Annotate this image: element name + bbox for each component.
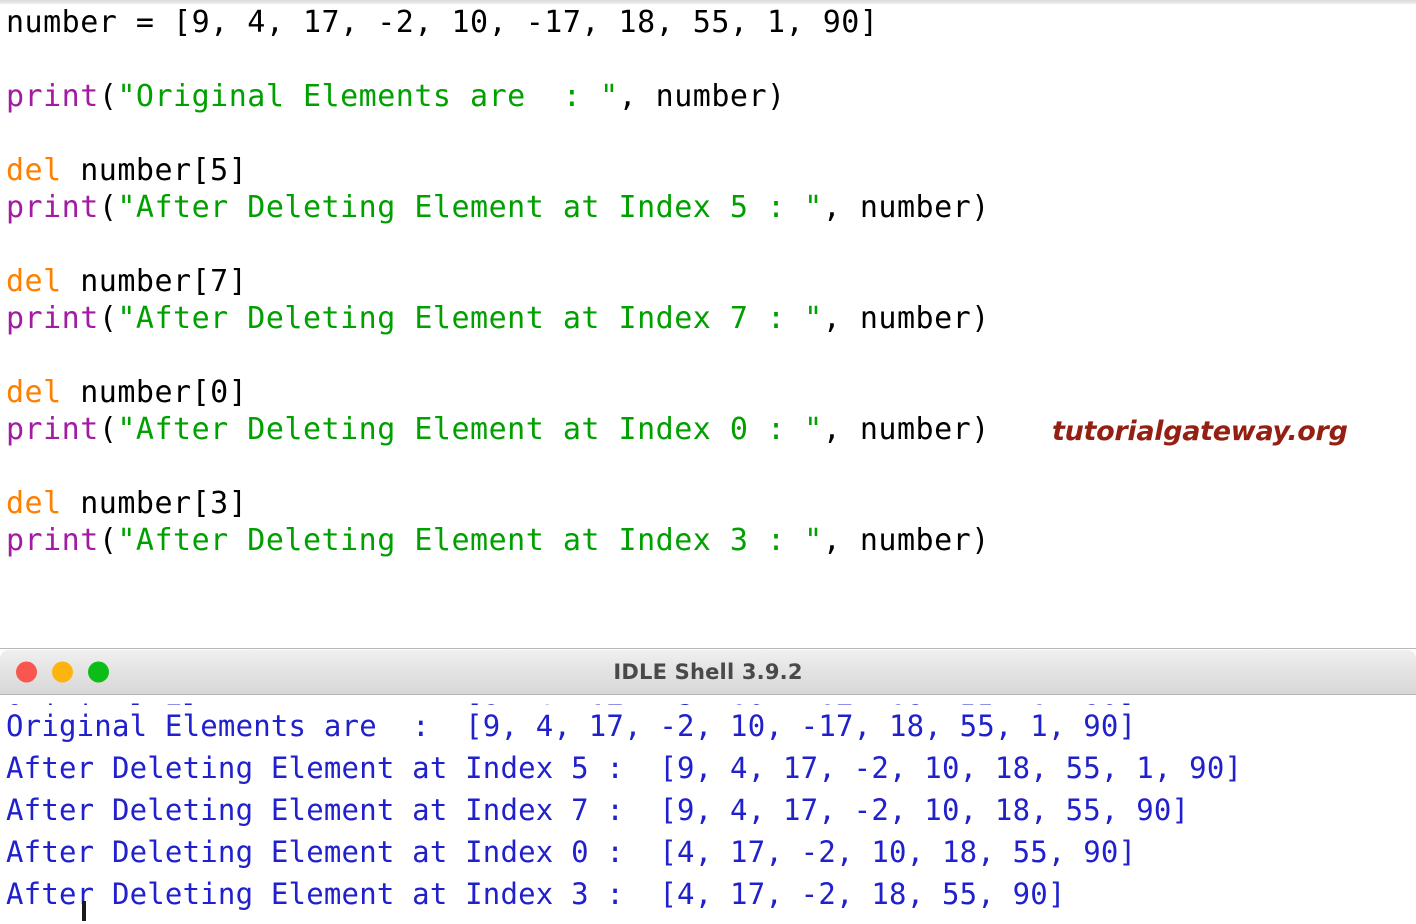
output-line-0: Original Elements are : [9, 4, 17, -2, 1… bbox=[6, 705, 1416, 747]
code-line-1[interactable] bbox=[6, 41, 1416, 78]
traffic-light-group bbox=[16, 662, 109, 683]
tutorialgateway-watermark: tutorialgateway.org bbox=[1052, 416, 1348, 447]
code-token-paren: ( bbox=[99, 79, 118, 114]
code-token-builtin: print bbox=[6, 190, 99, 225]
shell-output-area[interactable]: Original Elements are : [9, 4, 17, -2, 1… bbox=[0, 695, 1416, 924]
code-line-5[interactable]: print("After Deleting Element at Index 5… bbox=[6, 189, 1416, 226]
idle-shell-window[interactable]: IDLE Shell 3.9.2 Original Elements are :… bbox=[0, 648, 1416, 924]
code-token-plain: number[3] bbox=[62, 486, 248, 521]
code-token-keyword: del bbox=[6, 375, 62, 410]
code-token-string: "After Deleting Element at Index 0 : " bbox=[117, 412, 822, 447]
output-line-2: After Deleting Element at Index 7 : [9, … bbox=[6, 789, 1416, 831]
shell-window-title: IDLE Shell 3.9.2 bbox=[0, 660, 1416, 684]
code-line-3[interactable] bbox=[6, 115, 1416, 152]
maximize-button-icon[interactable] bbox=[88, 662, 109, 683]
clipped-previous-line: Original Elements are : [9, 4, 17, -2, 1… bbox=[6, 695, 1416, 705]
screenshot-root: number = [9, 4, 17, -2, 10, -17, 18, 55,… bbox=[0, 0, 1416, 924]
code-line-12[interactable] bbox=[6, 448, 1416, 485]
code-line-7[interactable]: del number[7] bbox=[6, 263, 1416, 300]
output-line-4: After Deleting Element at Index 3 : [4, … bbox=[6, 873, 1416, 915]
code-token-builtin: print bbox=[6, 79, 99, 114]
shell-output-lines: Original Elements are : [9, 4, 17, -2, 1… bbox=[6, 705, 1416, 915]
code-token-plain: , number) bbox=[823, 190, 990, 225]
code-line-0[interactable]: number = [9, 4, 17, -2, 10, -17, 18, 55,… bbox=[6, 4, 1416, 41]
text-cursor-caret bbox=[82, 901, 86, 921]
code-line-13[interactable]: del number[3] bbox=[6, 485, 1416, 522]
code-token-plain: , number) bbox=[823, 412, 990, 447]
code-listing[interactable]: number = [9, 4, 17, -2, 10, -17, 18, 55,… bbox=[6, 4, 1416, 559]
code-token-builtin: print bbox=[6, 412, 99, 447]
code-token-plain: number[0] bbox=[62, 375, 248, 410]
code-token-paren: ( bbox=[99, 301, 118, 336]
code-token-paren: ( bbox=[99, 190, 118, 225]
code-token-string: "After Deleting Element at Index 3 : " bbox=[117, 523, 822, 558]
code-line-6[interactable] bbox=[6, 226, 1416, 263]
code-token-keyword: del bbox=[6, 153, 62, 188]
code-line-2[interactable]: print("Original Elements are : ", number… bbox=[6, 78, 1416, 115]
minimize-button-icon[interactable] bbox=[52, 662, 73, 683]
code-token-paren: ( bbox=[99, 412, 118, 447]
code-token-keyword: del bbox=[6, 486, 62, 521]
code-token-plain: number[5] bbox=[62, 153, 248, 188]
code-token-builtin: print bbox=[6, 301, 99, 336]
code-token-plain: number[7] bbox=[62, 264, 248, 299]
code-line-14[interactable]: print("After Deleting Element at Index 3… bbox=[6, 522, 1416, 559]
code-token-plain: number = [9, 4, 17, -2, 10, -17, 18, 55,… bbox=[6, 5, 878, 40]
code-token-string: "After Deleting Element at Index 5 : " bbox=[117, 190, 822, 225]
code-line-4[interactable]: del number[5] bbox=[6, 152, 1416, 189]
output-line-3: After Deleting Element at Index 0 : [4, … bbox=[6, 831, 1416, 873]
close-button-icon[interactable] bbox=[16, 662, 37, 683]
code-token-plain: , number) bbox=[619, 79, 786, 114]
code-line-9[interactable] bbox=[6, 337, 1416, 374]
code-token-string: "Original Elements are : " bbox=[117, 79, 618, 114]
code-token-builtin: print bbox=[6, 523, 99, 558]
code-line-10[interactable]: del number[0] bbox=[6, 374, 1416, 411]
code-token-plain: , number) bbox=[823, 523, 990, 558]
shell-titlebar[interactable]: IDLE Shell 3.9.2 bbox=[0, 649, 1416, 695]
code-line-8[interactable]: print("After Deleting Element at Index 7… bbox=[6, 300, 1416, 337]
code-token-string: "After Deleting Element at Index 7 : " bbox=[117, 301, 822, 336]
code-token-paren: ( bbox=[99, 523, 118, 558]
python-code-editor[interactable]: number = [9, 4, 17, -2, 10, -17, 18, 55,… bbox=[0, 4, 1416, 648]
clipped-output-line: Original Elements are : [9, 4, 17, -2, 1… bbox=[6, 695, 1136, 705]
code-token-plain: , number) bbox=[823, 301, 990, 336]
output-line-1: After Deleting Element at Index 5 : [9, … bbox=[6, 747, 1416, 789]
code-token-keyword: del bbox=[6, 264, 62, 299]
